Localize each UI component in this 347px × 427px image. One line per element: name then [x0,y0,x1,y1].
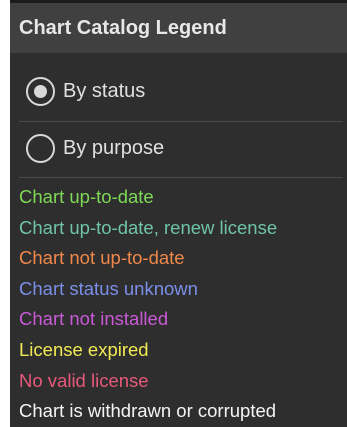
legend-item-license-expired: License expired [19,338,149,360]
legend-item-renew-license: Chart up-to-date, renew license [19,216,278,238]
option-by-status-label: By status [63,79,146,102]
panel-title: Chart Catalog Legend [19,16,227,39]
legend-item-up-to-date: Chart up-to-date [19,186,154,207]
legend-item-not-installed: Chart not installed [19,308,169,330]
legend-list: Chart up-to-date Chart up-to-date, renew… [19,182,277,427]
divider [19,177,343,178]
divider [19,121,343,122]
option-by-status[interactable]: By status [26,74,145,108]
radio-unselected-icon[interactable] [26,133,55,163]
option-by-purpose-label: By purpose [63,136,165,159]
legend-item-not-up-to-date: Chart not up-to-date [19,247,185,269]
legend-item-no-valid-license: No valid license [19,369,149,391]
option-by-purpose[interactable]: By purpose [26,131,164,165]
panel-header: Chart Catalog Legend [10,3,347,53]
radio-selected-icon[interactable] [26,76,55,106]
legend-panel: Chart Catalog Legend By status By purpos… [10,0,347,427]
legend-item-withdrawn: Chart is withdrawn or corrupted [19,400,277,422]
legend-item-status-unknown: Chart status unknown [19,277,198,299]
